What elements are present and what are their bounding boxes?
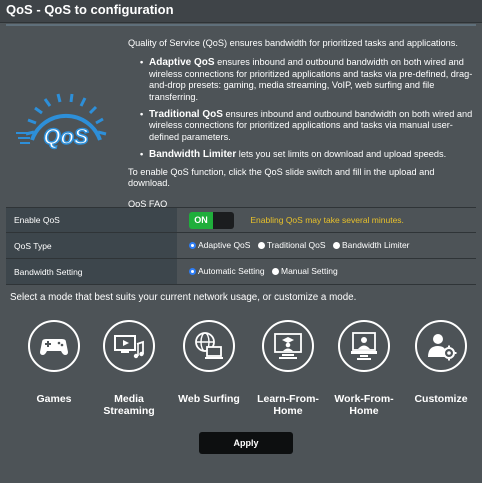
feature-title: Bandwidth Limiter (149, 149, 237, 161)
radio-selected-icon (189, 267, 196, 275)
qos-gauge-logo: QoS (16, 93, 107, 150)
radio-traditional-qos[interactable]: Traditional QoS (257, 240, 326, 251)
mode-work-from-home[interactable]: Work-From- Home (324, 320, 404, 417)
radio-automatic-setting[interactable]: Automatic Setting (189, 266, 265, 276)
mode-customize[interactable]: Customize (401, 320, 481, 405)
radio-adaptive-qos[interactable]: Adaptive QoS (189, 240, 250, 250)
mode-learn-from-home[interactable]: Learn-From- Home (248, 320, 328, 417)
radio-manual-setting[interactable]: Manual Setting (272, 266, 338, 276)
apply-button[interactable]: Apply (199, 432, 293, 454)
customize-icon (428, 334, 457, 361)
mode-prompt: Select a mode that best suits your curre… (10, 292, 357, 303)
enable-instructions: To enable QoS function, click the QoS sl… (128, 166, 435, 189)
work-from-home-icon (351, 332, 377, 360)
feature-title: Traditional QoS (149, 109, 223, 121)
radio-label: Bandwidth Limiter (341, 240, 410, 251)
gamepad-icon (40, 339, 68, 355)
toggle-knob (213, 211, 234, 229)
mode-label: Learn-From- Home (257, 393, 319, 417)
web-surfing-icon (195, 332, 223, 359)
qos-intro: Quality of Service (QoS) ensures bandwid… (128, 38, 473, 211)
radio-selected-icon (189, 241, 196, 249)
radio-label: Traditional QoS (266, 240, 326, 251)
enable-qos-label: Enable QoS (6, 207, 177, 233)
feature-traditional: Traditional QoS ensures inbound and outb… (140, 109, 473, 143)
feature-title: Adaptive QoS (149, 57, 215, 69)
mode-selector: Games Media Streaming Web Surfing Learn-… (0, 320, 482, 430)
radio-label: Adaptive QoS (198, 240, 251, 251)
toggle-on-label: ON (189, 211, 213, 229)
mode-label: Customize (414, 393, 468, 405)
radio-bandwidth-limiter[interactable]: Bandwidth Limiter (332, 240, 410, 251)
qos-feature-list: Adaptive QoS ensures inbound and outboun… (128, 57, 473, 161)
bandwidth-setting-label: Bandwidth Setting (6, 258, 177, 285)
media-streaming-icon (114, 335, 144, 359)
mode-web-surfing[interactable]: Web Surfing (169, 320, 249, 405)
radio-unselected-icon (257, 241, 265, 249)
enable-qos-row: Enable QoS ON Enabling QoS may take seve… (6, 207, 476, 233)
qos-settings-table: Enable QoS ON Enabling QoS may take seve… (6, 207, 476, 285)
radio-unselected-icon (272, 267, 279, 275)
learn-from-home-icon (274, 333, 302, 359)
header-divider (6, 24, 476, 26)
mode-label: Games (36, 393, 72, 405)
feature-limiter: Bandwidth Limiter lets you set limits on… (140, 149, 473, 161)
radio-unselected-icon (332, 241, 340, 249)
enable-qos-warning: Enabling QoS may take several minutes. (250, 215, 404, 225)
qos-type-row: QoS Type Adaptive QoS Traditional QoS Ba… (6, 232, 476, 259)
mode-label: Media Streaming (103, 393, 155, 417)
enable-qos-toggle[interactable]: ON (189, 211, 234, 229)
feature-text: lets you set limits on download and uplo… (238, 149, 447, 160)
qos-type-label: QoS Type (6, 232, 177, 259)
mode-media-streaming[interactable]: Media Streaming (89, 320, 169, 417)
qos-logo-text: QoS (43, 124, 89, 149)
page-title: QoS - QoS to configuration (0, 0, 482, 23)
radio-label: Automatic Setting (198, 266, 265, 277)
qos-description: Quality of Service (QoS) ensures bandwid… (128, 38, 458, 48)
bandwidth-setting-row: Bandwidth Setting Automatic Setting Manu… (6, 258, 476, 285)
qos-page: QoS - QoS to configuration QoS Quality o… (0, 0, 482, 483)
mode-label: Web Surfing (178, 393, 240, 405)
radio-label: Manual Setting (281, 266, 338, 277)
feature-adaptive: Adaptive QoS ensures inbound and outboun… (140, 57, 473, 103)
mode-games[interactable]: Games (14, 320, 94, 405)
mode-label: Work-From- Home (334, 393, 394, 417)
